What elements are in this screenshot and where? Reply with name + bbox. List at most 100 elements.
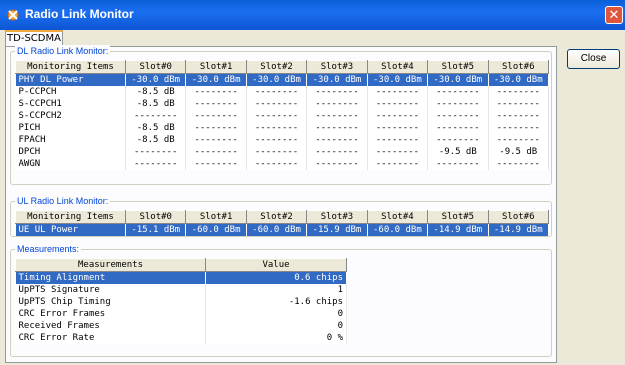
value-cell: -30.0 dBm — [367, 73, 429, 86]
value-cell: -30.0 dBm — [185, 73, 247, 86]
table-row[interactable]: CRC Error Frames 0 — [15, 308, 347, 320]
value-cell: -14.9 dBm — [427, 223, 489, 236]
value-cell: -------- — [306, 158, 368, 170]
value-cell: -1.6 chips — [205, 296, 347, 308]
table-row[interactable]: PICH -8.5 dB -------- -------- -------- -----… — [15, 122, 550, 134]
column-header[interactable]: Monitoring Items — [15, 210, 126, 224]
column-header[interactable]: Slot#4 — [366, 60, 429, 74]
value-cell: -------- — [185, 86, 247, 98]
dl-group-label: DL Radio Link Monitor: — [15, 45, 111, 57]
column-header[interactable]: Slot#0 — [124, 210, 187, 224]
column-header[interactable]: Slot#3 — [306, 60, 368, 74]
column-header[interactable]: Slot#2 — [245, 210, 308, 224]
value-cell: -------- — [246, 146, 308, 158]
value-cell: -9.5 dB — [488, 146, 550, 158]
value-cell: 0 — [205, 320, 347, 332]
ul-group-label: UL Radio Link Monitor: — [15, 195, 111, 207]
table-row[interactable]: PHY DL Power -30.0 dBm -30.0 dBm -30.0 dBm -… — [15, 73, 550, 86]
table-row[interactable]: S-CCPCH1 -8.5 dB -------- -------- -------- -… — [15, 98, 550, 110]
value-cell: 1 — [205, 284, 347, 296]
value-cell: -15.9 dBm — [306, 223, 368, 236]
table-row[interactable]: CRC Error Rate 0 % — [15, 332, 347, 344]
column-header[interactable]: Slot#4 — [366, 210, 429, 224]
table-row[interactable]: Received Frames 0 — [15, 320, 347, 332]
window-close-icon[interactable]: ✕ — [605, 6, 623, 24]
value-cell: 0 % — [205, 332, 347, 344]
row-label-cell: CRC Error Frames — [15, 308, 206, 320]
column-header[interactable]: Slot#6 — [487, 60, 550, 74]
title-bar: Radio Link Monitor ✕ — [0, 0, 625, 30]
value-cell: -------- — [306, 134, 368, 146]
value-cell: -------- — [488, 98, 550, 110]
column-header[interactable]: Slot#3 — [306, 210, 368, 224]
row-label-cell: DPCH — [15, 146, 126, 158]
column-header[interactable]: Slot#5 — [427, 60, 489, 74]
value-cell: -------- — [246, 110, 308, 122]
window-title: Radio Link Monitor — [25, 7, 134, 21]
radio-link-icon — [7, 9, 19, 21]
value-cell: -------- — [488, 86, 550, 98]
value-cell: 0.6 chips — [205, 271, 347, 284]
row-label-cell: Timing Alignment — [15, 271, 206, 284]
row-label-cell: P-CCPCH — [15, 86, 126, 98]
value-cell: -30.0 dBm — [488, 73, 550, 86]
value-cell: -------- — [246, 158, 308, 170]
value-cell: -------- — [488, 134, 550, 146]
table-row[interactable]: UpPTS Chip Timing -1.6 chips — [15, 296, 347, 308]
column-header[interactable]: Value — [205, 258, 347, 272]
table-row[interactable]: P-CCPCH -8.5 dB -------- -------- -------- --… — [15, 86, 550, 98]
value-cell: -------- — [427, 110, 489, 122]
value-cell: -------- — [185, 122, 247, 134]
value-cell: -------- — [185, 98, 247, 110]
column-header[interactable]: Slot#6 — [487, 210, 550, 224]
row-label-cell: UE UL Power — [15, 223, 126, 236]
value-cell: -30.0 dBm — [125, 73, 187, 86]
value-cell: -------- — [488, 110, 550, 122]
value-cell: -------- — [488, 122, 550, 134]
column-header[interactable]: Slot#2 — [245, 60, 308, 74]
column-header[interactable]: Monitoring Items — [15, 60, 126, 74]
value-cell: -------- — [306, 86, 368, 98]
value-cell: -60.0 dBm — [246, 223, 308, 236]
table-row[interactable]: DPCH -------- -------- -------- -------- ----… — [15, 146, 550, 158]
table-row[interactable]: UpPTS Signature 1 — [15, 284, 347, 296]
value-cell: -------- — [367, 110, 429, 122]
table-row[interactable]: FPACH -8.5 dB -------- -------- -------- ----… — [15, 134, 550, 146]
value-cell: -------- — [427, 134, 489, 146]
table-row[interactable]: Timing Alignment 0.6 chips — [15, 271, 347, 284]
value-cell: -9.5 dB — [427, 146, 489, 158]
value-cell: -30.0 dBm — [306, 73, 368, 86]
row-label-cell: S-CCPCH2 — [15, 110, 126, 122]
close-button[interactable]: Close — [567, 49, 620, 69]
column-header[interactable]: Slot#1 — [185, 210, 247, 224]
row-label-cell: S-CCPCH1 — [15, 98, 126, 110]
value-cell: -------- — [246, 122, 308, 134]
value-cell: 0 — [205, 308, 347, 320]
column-header[interactable]: Measurements — [15, 258, 206, 272]
row-label-cell: FPACH — [15, 134, 126, 146]
value-cell: -------- — [125, 146, 187, 158]
measurements-table: Measurements Value Timing Alignment 0.6 ch… — [15, 258, 347, 344]
row-label-cell: AWGN — [15, 158, 126, 170]
column-header[interactable]: Slot#5 — [427, 210, 489, 224]
table-row[interactable]: S-CCPCH2 -------- -------- -------- --------… — [15, 110, 550, 122]
ul-monitor-table: Monitoring Items Slot#0 Slot#1 Slot#2 Slot#3… — [15, 210, 550, 236]
value-cell: -------- — [488, 158, 550, 170]
row-label-cell: Received Frames — [15, 320, 206, 332]
value-cell: -------- — [367, 98, 429, 110]
value-cell: -30.0 dBm — [427, 73, 489, 86]
value-cell: -8.5 dB — [125, 86, 187, 98]
row-label-cell: PICH — [15, 122, 126, 134]
value-cell: -------- — [427, 158, 489, 170]
value-cell: -------- — [185, 110, 247, 122]
column-header[interactable]: Slot#1 — [185, 60, 247, 74]
value-cell: -------- — [185, 146, 247, 158]
value-cell: -------- — [367, 134, 429, 146]
value-cell: -------- — [246, 86, 308, 98]
row-label-cell: UpPTS Signature — [15, 284, 206, 296]
value-cell: -------- — [185, 134, 247, 146]
table-row[interactable]: UE UL Power -15.1 dBm -60.0 dBm -60.0 dBm -1… — [15, 223, 550, 236]
column-header[interactable]: Slot#0 — [124, 60, 187, 74]
table-row[interactable]: AWGN -------- -------- -------- -------- ----… — [15, 158, 550, 170]
value-cell: -60.0 dBm — [367, 223, 429, 236]
